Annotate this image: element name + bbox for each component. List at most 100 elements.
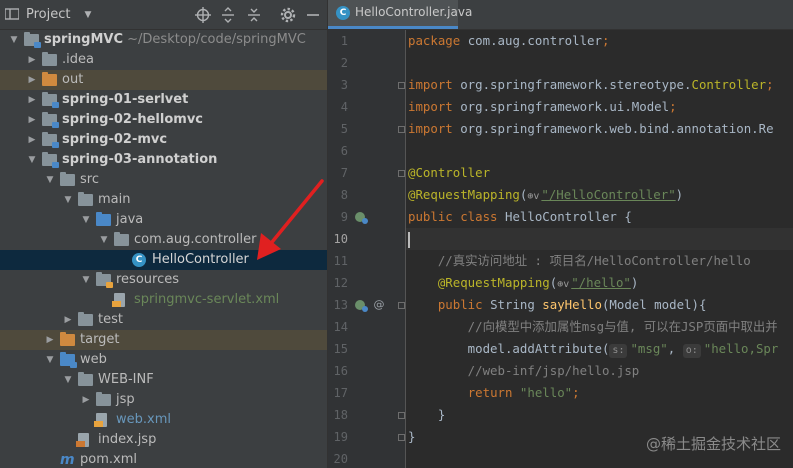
excluded-folder-icon [42,72,57,86]
code-token: //真实访问地址 : 项目名/HelloController/hello [408,253,751,268]
chevron-right-icon[interactable]: ▶ [80,390,92,410]
code-token: ) [675,187,684,202]
tree-item[interactable]: ▼ resources [0,270,327,290]
project-view-icon [4,8,20,20]
chevron-right-icon[interactable]: ▶ [62,310,74,330]
code-line: } [408,426,415,448]
tree-item[interactable]: web.xml [0,410,327,430]
code-line: //真实访问地址 : 项目名/HelloController/hello [408,250,751,272]
code-token: org.springframework.ui.Model [460,99,670,114]
expand-all-icon[interactable] [220,7,236,23]
code-token: , [667,341,683,356]
tree-item[interactable]: ▶ out [0,70,327,90]
chevron-down-icon[interactable]: ▼ [80,210,92,230]
code-token: ( [519,187,528,202]
chevron-right-icon[interactable]: ▶ [26,90,38,110]
chevron-down-icon[interactable]: ▼ [44,170,56,190]
tree-item-label: com.aug.controller [134,232,257,247]
url-globe-icon: ⊕v [557,279,570,290]
chevron-down-icon[interactable]: ▼ [44,350,56,370]
tab-hellocontroller-java[interactable]: C HelloController.java [328,0,472,29]
code-line: return "hello"; [408,382,580,404]
code-token: public class [408,209,505,224]
tree-item[interactable]: ▶ spring-02-mvc [0,130,327,150]
code-token: "/HelloController" [541,187,676,202]
project-title[interactable]: Project [26,7,70,22]
fold-marker-icon[interactable] [398,126,405,133]
chevron-down-icon[interactable]: ▼ [62,370,74,390]
tree-item[interactable]: ▶ .idea [0,50,327,70]
chevron-right-icon[interactable]: ▶ [26,50,38,70]
settings-icon[interactable] [280,7,296,23]
chevron-right-icon[interactable]: ▶ [26,110,38,130]
tree-item-label: .idea [62,52,94,67]
code-token: HelloController { [504,209,632,224]
tree-item[interactable]: ▼ springMVC ~/Desktop/code/springMVC [0,30,327,50]
tree-item[interactable]: ▼ src [0,170,327,190]
at-icon[interactable]: @ [372,298,386,312]
code-line: //向模型中添加属性msg与值, 可以在JSP页面中取出并 [408,316,778,338]
bean-icon[interactable] [354,298,368,312]
fold-marker-icon[interactable] [398,302,405,309]
tree-item-label: target [80,332,120,347]
fold-marker-icon[interactable] [398,412,405,419]
code-token: model.addAttribute( [408,341,610,356]
fold-marker-icon[interactable] [398,170,405,177]
tree-item[interactable]: m pom.xml [0,450,327,468]
tree-item[interactable]: ▼ com.aug.controller [0,230,327,250]
fold-marker-icon[interactable] [398,82,405,89]
chevron-down-icon[interactable]: ▼ [80,270,92,290]
tree-item[interactable]: springmvc-servlet.xml [0,290,327,310]
chevron-down-icon[interactable]: ▼ [62,190,74,210]
maven-icon: m [60,452,75,468]
tree-item-label: java [116,212,144,227]
chevron-down-icon[interactable]: ▼ [8,30,20,50]
code-line: //web-inf/jsp/hello.jsp [408,360,640,382]
chevron-down-icon[interactable]: ▼ [98,230,110,250]
chevron-down-icon[interactable]: ▼ [26,150,38,170]
tree-item-label: spring-03-annotation [62,152,218,167]
tree-item-path: ~/Desktop/code/springMVC [123,32,306,47]
chevron-right-icon[interactable]: ▶ [44,330,56,350]
tree-item[interactable]: ▶ spring-02-hellomvc [0,110,327,130]
current-line-highlight [406,228,793,250]
collapse-all-icon[interactable] [246,7,262,23]
bean-icon[interactable] [354,210,368,224]
tree-item[interactable]: C HelloController [0,250,327,270]
code-line [408,228,410,250]
tree-item[interactable]: ▼ WEB-INF [0,370,327,390]
tree-item[interactable]: ▼ java [0,210,327,230]
line-number: 2 [340,56,348,70]
hide-icon[interactable] [305,7,321,23]
fold-marker-icon[interactable] [398,434,405,441]
code-line: public class HelloController { [408,206,632,228]
chevron-right-icon[interactable]: ▶ [26,130,38,150]
xml-file-icon [94,413,107,427]
watermark: @稀土掘金技术社区 [645,435,781,453]
code-token: } [408,407,446,422]
tree-item-label: spring-01-serlvet [62,92,189,107]
tree-item[interactable]: ▶ jsp [0,390,327,410]
tree-item[interactable]: ▶ target [0,330,327,350]
tree-item[interactable]: index.jsp [0,430,327,450]
jsp-file-icon [76,433,89,447]
line-number: 15 [333,342,348,356]
tree-item-label: web [80,352,107,367]
chevron-down-icon[interactable]: ▼ [80,7,96,23]
tree-item-label: springmvc-servlet.xml [134,292,280,307]
chevron-right-icon[interactable]: ▶ [26,70,38,90]
line-number: 19 [333,430,348,444]
locate-icon[interactable] [195,7,211,23]
tree-item[interactable]: ▼ main [0,190,327,210]
tree-item[interactable]: ▶ test [0,310,327,330]
tree-item[interactable]: ▼ spring-03-annotation [0,150,327,170]
line-number: 8 [340,188,348,202]
tree-item[interactable]: ▼ web [0,350,327,370]
code-line: @RequestMapping(⊕v "/HelloController") [408,184,683,206]
resources-folder-icon [96,272,113,288]
code-token: String [490,297,543,312]
tree-item[interactable]: ▶ spring-01-serlvet [0,90,327,110]
